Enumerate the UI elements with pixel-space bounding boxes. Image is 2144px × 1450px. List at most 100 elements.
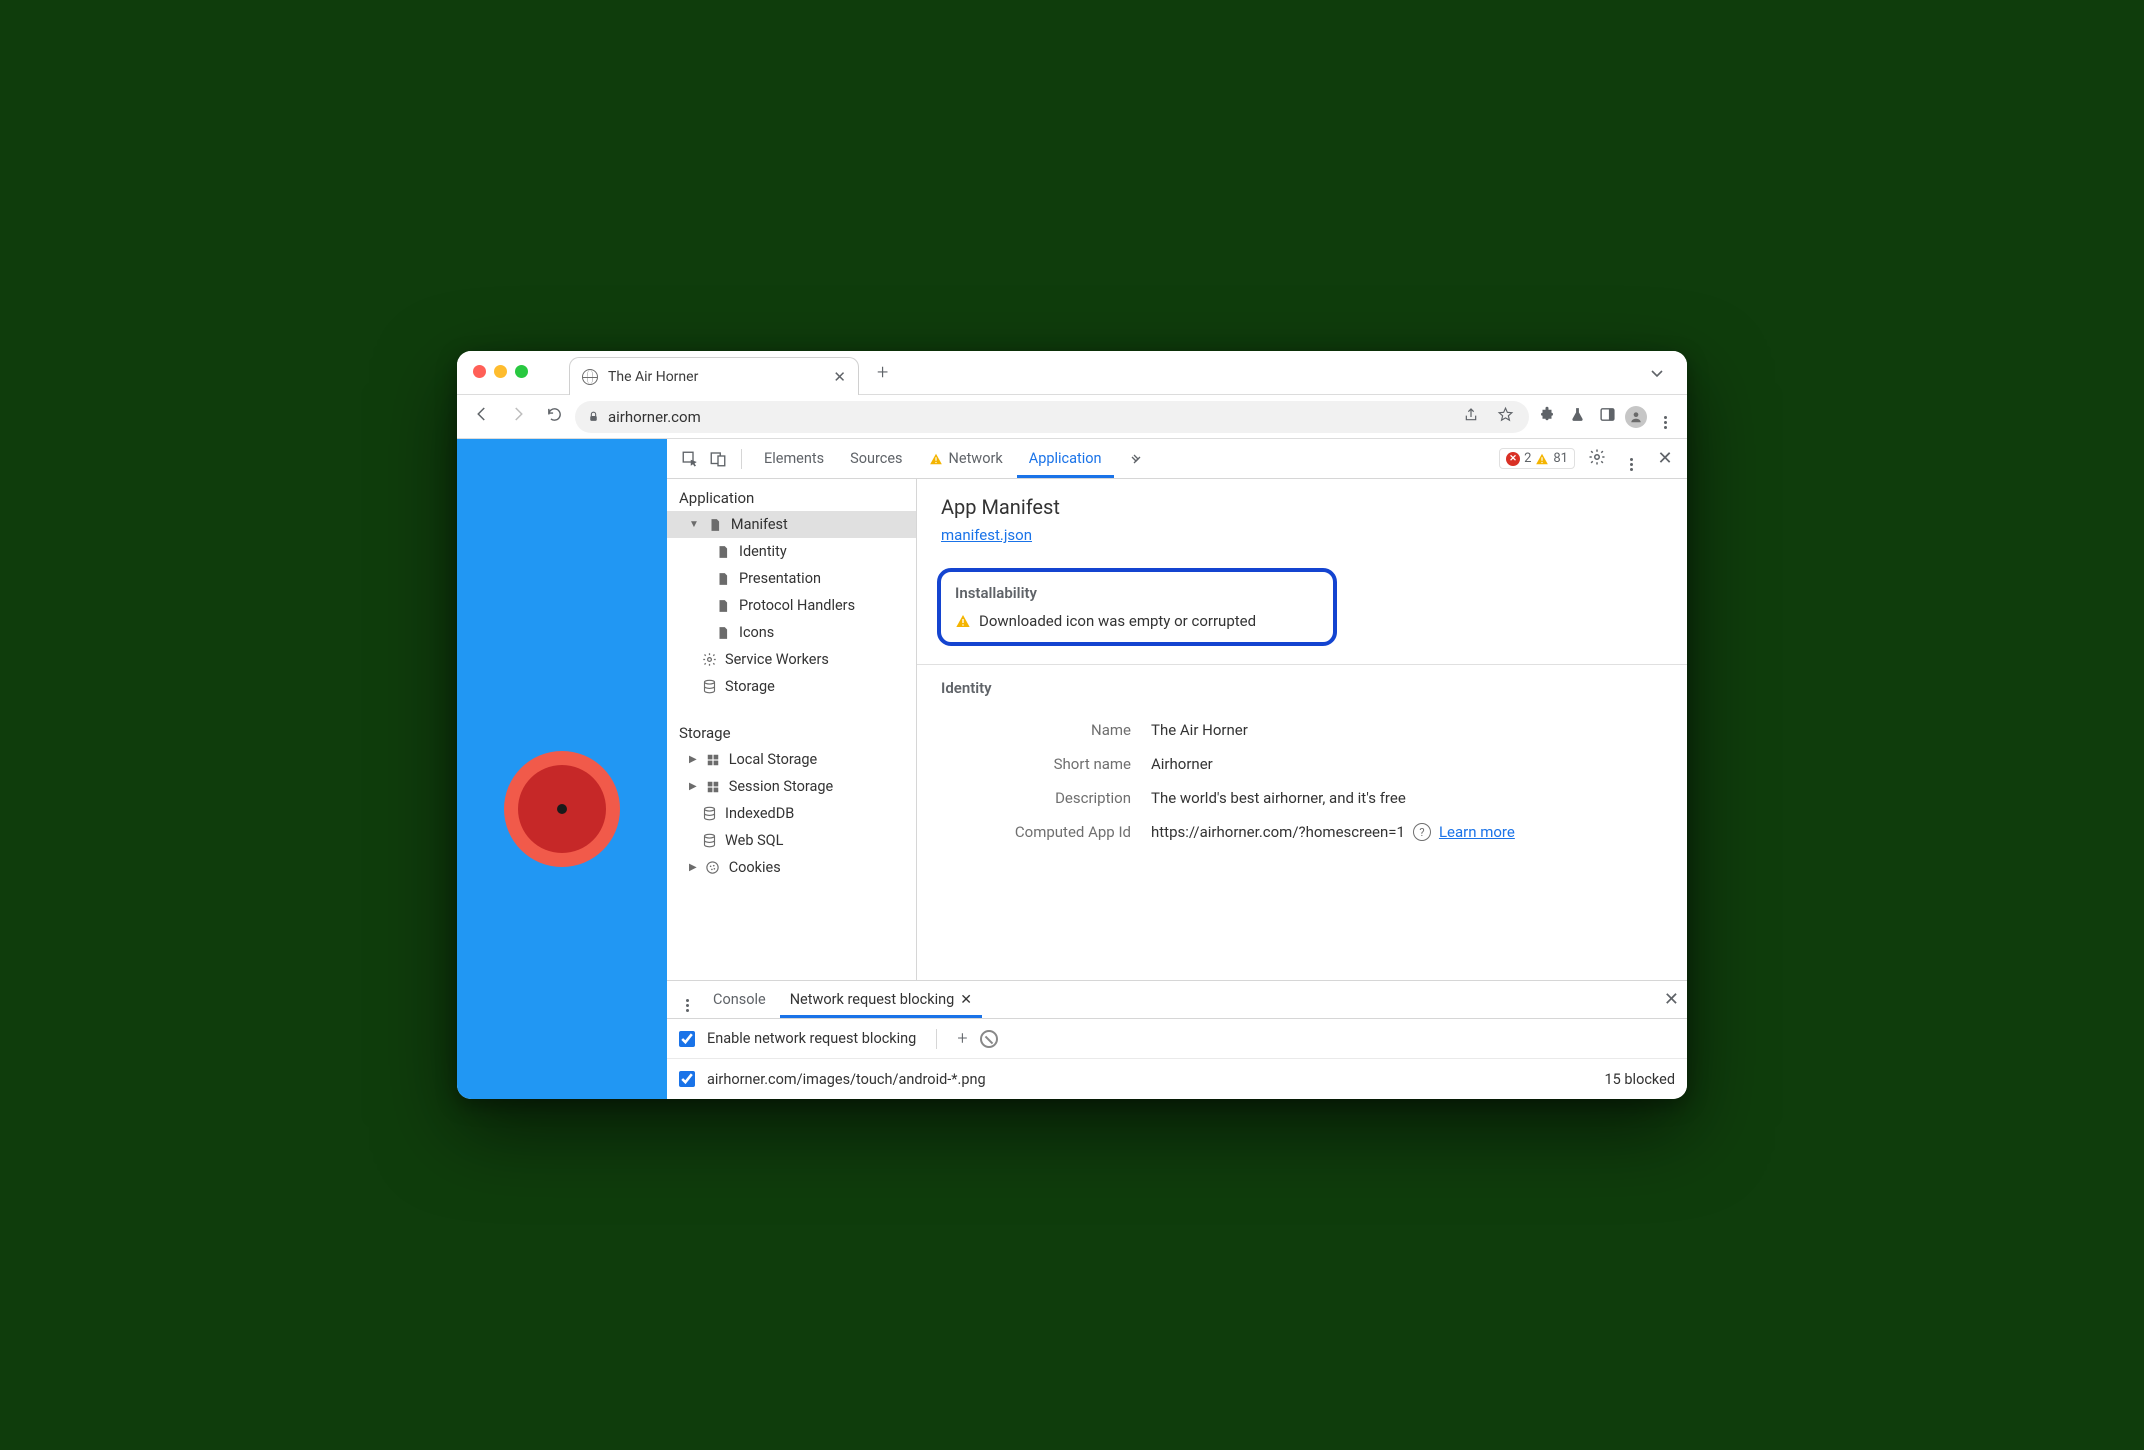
clear-patterns-icon[interactable]	[980, 1030, 998, 1048]
table-icon	[705, 752, 721, 768]
back-button[interactable]	[467, 405, 497, 428]
manifest-link[interactable]: manifest.json	[941, 526, 1032, 544]
tab-title: The Air Horner	[608, 369, 823, 385]
devtools-tabs: Elements Sources Network Application ✕ 2…	[667, 439, 1687, 479]
tab-sources[interactable]: Sources	[838, 439, 914, 478]
sidebar-group-storage: Storage	[667, 714, 916, 746]
network-blocking-toolbar: Enable network request blocking +	[667, 1019, 1687, 1059]
tabs-overflow-icon[interactable]	[1116, 439, 1156, 478]
browser-window: The Air Horner ✕ + airhorner.com	[457, 351, 1687, 1099]
forward-button[interactable]	[503, 405, 533, 428]
error-count: 2	[1524, 451, 1531, 466]
sidebar-item-protocol-handlers[interactable]: Protocol Handlers	[667, 592, 916, 619]
sidebar-item-storage[interactable]: Storage	[667, 673, 916, 700]
drawer-menu-icon[interactable]	[675, 987, 699, 1012]
side-panel-icon[interactable]	[1595, 406, 1619, 427]
browser-tab[interactable]: The Air Horner ✕	[569, 357, 859, 395]
identity-heading: Identity	[941, 679, 1663, 697]
sidebar-item-websql[interactable]: Web SQL	[667, 827, 916, 854]
labs-flask-icon[interactable]	[1565, 406, 1589, 427]
help-icon[interactable]: ?	[1413, 823, 1431, 841]
lock-icon	[587, 410, 600, 423]
warning-icon	[955, 613, 971, 629]
learn-more-link[interactable]: Learn more	[1439, 823, 1515, 841]
sidebar-item-manifest[interactable]: ▼ Manifest	[667, 511, 916, 538]
manifest-pane: App Manifest manifest.json Installabilit…	[917, 479, 1687, 980]
pattern-checkbox[interactable]	[679, 1071, 695, 1087]
close-tab-icon[interactable]: ✕	[833, 368, 846, 386]
device-toggle-icon[interactable]	[705, 446, 731, 472]
share-icon[interactable]	[1459, 407, 1483, 427]
sidebar-item-cookies[interactable]: ▶ Cookies	[667, 854, 916, 881]
address-text: airhorner.com	[608, 408, 701, 426]
sidebar-item-session-storage[interactable]: ▶ Session Storage	[667, 773, 916, 800]
airhorn-graphic	[502, 749, 622, 869]
add-pattern-button[interactable]: +	[957, 1028, 967, 1049]
toolbar: airhorner.com	[457, 395, 1687, 439]
page-content	[457, 439, 667, 1099]
close-window-button[interactable]	[473, 365, 486, 378]
traffic-lights	[473, 365, 528, 378]
reload-button[interactable]	[539, 406, 569, 428]
titlebar: The Air Horner ✕ +	[457, 351, 1687, 395]
close-devtools-icon[interactable]: ✕	[1653, 448, 1677, 469]
profile-avatar-icon[interactable]	[1625, 406, 1647, 428]
close-drawer-icon[interactable]: ✕	[1664, 989, 1679, 1010]
tab-elements[interactable]: Elements	[752, 439, 836, 478]
enable-blocking-checkbox[interactable]	[679, 1031, 695, 1047]
cookie-icon	[705, 860, 721, 876]
row-app-id: Computed App Id https://airhorner.com/?h…	[941, 815, 1663, 849]
maximize-window-button[interactable]	[515, 365, 528, 378]
chrome-menu-icon[interactable]	[1653, 404, 1677, 429]
tabs-menu-chevron-icon[interactable]	[1649, 365, 1665, 385]
row-short-name: Short name Airhorner	[941, 747, 1663, 781]
file-icon	[715, 571, 731, 587]
sidebar-item-presentation[interactable]: Presentation	[667, 565, 916, 592]
section-title: App Manifest	[941, 495, 1663, 519]
pattern-text: airhorner.com/images/touch/android-*.png	[707, 1071, 986, 1088]
blocked-pattern-row[interactable]: airhorner.com/images/touch/android-*.png…	[667, 1059, 1687, 1099]
installability-box: Installability Downloaded icon was empty…	[937, 568, 1337, 646]
file-icon	[715, 625, 731, 641]
error-warning-badge[interactable]: ✕ 2 81	[1499, 448, 1575, 469]
devtools: Elements Sources Network Application ✕ 2…	[667, 439, 1687, 1099]
sidebar-item-icons[interactable]: Icons	[667, 619, 916, 646]
tab-application[interactable]: Application	[1017, 439, 1114, 478]
drawer-tab-console[interactable]: Console	[703, 981, 776, 1018]
chevron-right-icon: ▶	[689, 781, 697, 792]
inspect-element-icon[interactable]	[677, 446, 703, 472]
error-icon: ✕	[1506, 452, 1520, 466]
database-icon	[701, 833, 717, 849]
row-description: Description The world's best airhorner, …	[941, 781, 1663, 815]
installability-heading: Installability	[955, 584, 1319, 602]
chevron-down-icon: ▼	[689, 519, 699, 530]
warning-icon	[1535, 452, 1549, 466]
warning-icon	[929, 452, 943, 466]
table-icon	[705, 779, 721, 795]
new-tab-button[interactable]: +	[877, 360, 888, 384]
globe-icon	[582, 369, 598, 385]
blocked-count: 15 blocked	[1605, 1071, 1676, 1088]
chevron-right-icon: ▶	[689, 862, 697, 873]
sidebar-item-local-storage[interactable]: ▶ Local Storage	[667, 746, 916, 773]
row-name: Name The Air Horner	[941, 713, 1663, 747]
address-bar[interactable]: airhorner.com	[575, 401, 1529, 433]
sidebar-group-application: Application	[667, 479, 916, 511]
close-drawer-tab-icon[interactable]: ✕	[960, 992, 972, 1008]
sidebar-item-identity[interactable]: Identity	[667, 538, 916, 565]
database-icon	[701, 806, 717, 822]
file-icon	[707, 517, 723, 533]
bookmark-star-icon[interactable]	[1493, 406, 1517, 427]
extensions-icon[interactable]	[1535, 406, 1559, 428]
chevron-right-icon: ▶	[689, 754, 697, 765]
tab-network[interactable]: Network	[917, 439, 1015, 478]
settings-gear-icon[interactable]	[1585, 448, 1609, 470]
sidebar-item-service-workers[interactable]: Service Workers	[667, 646, 916, 673]
minimize-window-button[interactable]	[494, 365, 507, 378]
gear-icon	[701, 652, 717, 668]
sidebar-item-indexeddb[interactable]: IndexedDB	[667, 800, 916, 827]
database-icon	[701, 679, 717, 695]
drawer-tab-network-request-blocking[interactable]: Network request blocking ✕	[780, 981, 982, 1018]
file-icon	[715, 598, 731, 614]
devtools-menu-icon[interactable]	[1619, 446, 1643, 471]
